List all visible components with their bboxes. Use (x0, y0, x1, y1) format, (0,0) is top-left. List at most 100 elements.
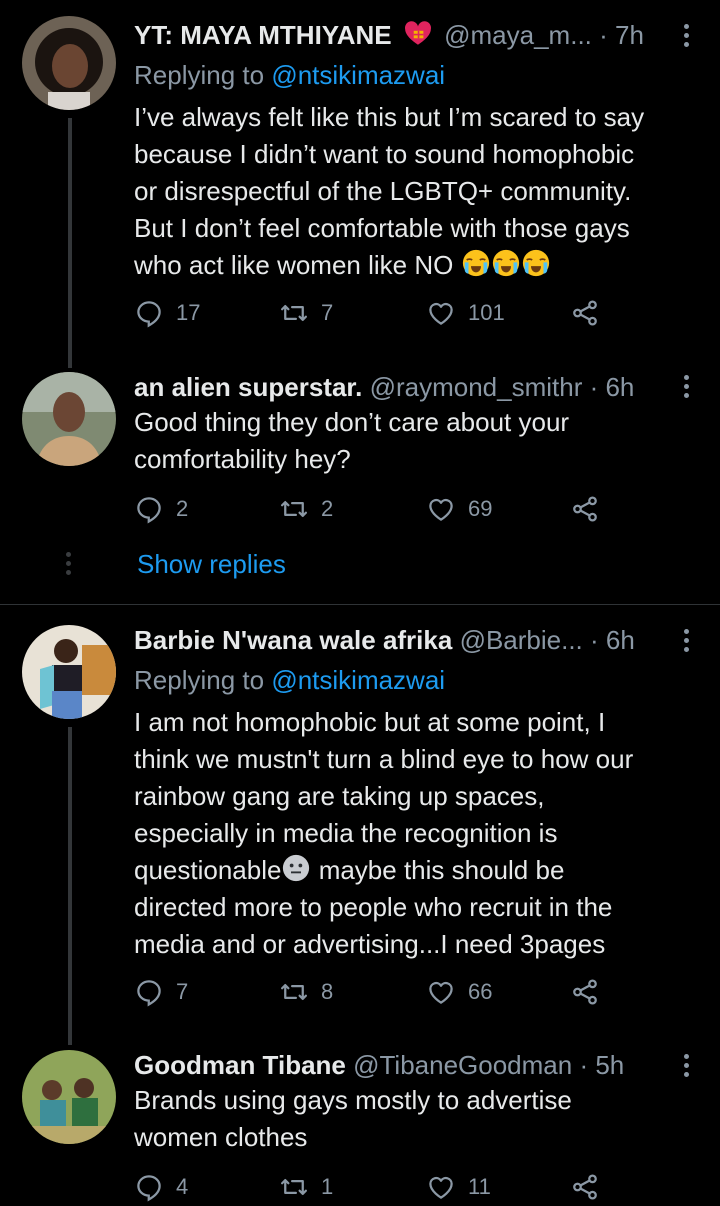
retweet-icon (279, 1172, 309, 1202)
action-bar: 7 8 66 (134, 977, 604, 1011)
reply-button[interactable]: 4 (134, 1172, 188, 1202)
display-name[interactable]: YT: MAYA MTHIYANE (134, 20, 392, 50)
tweet-maya[interactable]: YT: MAYA MTHIYANE @maya_m... · 7h Replyi… (0, 0, 720, 368)
timestamp[interactable]: · 6h (590, 372, 635, 402)
reply-button[interactable]: 2 (134, 494, 188, 524)
replying-to-prefix: Replying to (134, 665, 272, 695)
more-options-icon[interactable] (684, 629, 690, 656)
avatar[interactable] (22, 1050, 116, 1144)
action-bar: 4 1 11 (134, 1172, 604, 1206)
retweet-count: 2 (321, 496, 334, 521)
thread-line (68, 727, 72, 1045)
text-line: I’ve always felt like this but I’m scare… (134, 102, 645, 132)
more-options-icon[interactable] (684, 1054, 690, 1081)
share-button[interactable] (570, 1172, 612, 1202)
text-line: Brands using gays mostly to advertise (134, 1085, 572, 1115)
loudly-crying-face-icon (491, 248, 521, 278)
retweet-count: 8 (321, 979, 334, 1004)
like-button[interactable]: 66 (426, 977, 492, 1007)
display-name[interactable]: Barbie N'wana wale afrika (134, 625, 452, 655)
text-line: who act like women like NO (134, 250, 454, 280)
timestamp[interactable]: · 6h (590, 625, 635, 655)
tweet-text: Brands using gays mostly to advertise wo… (134, 1082, 704, 1156)
tweet-header: YT: MAYA MTHIYANE @maya_m... · 7h (134, 18, 680, 52)
avatar[interactable] (22, 16, 116, 110)
timestamp[interactable]: · 5h (579, 1050, 624, 1080)
reply-icon (134, 494, 164, 524)
reply-count: 17 (176, 300, 201, 325)
share-icon (570, 494, 600, 524)
retweet-icon (279, 298, 309, 328)
reply-button[interactable]: 7 (134, 977, 188, 1007)
share-icon (570, 977, 600, 1007)
tweet-header: an alien superstar. @raymond_smithr · 6h (134, 370, 680, 404)
retweet-button[interactable]: 1 (279, 1172, 333, 1202)
tweet-header: Goodman Tibane @TibaneGoodman · 5h (134, 1048, 680, 1082)
more-options-icon[interactable] (684, 24, 690, 51)
thread-continuation-dots (66, 552, 72, 579)
show-replies-link[interactable]: Show replies (137, 549, 286, 580)
retweet-icon (279, 977, 309, 1007)
text-line: questionable (134, 855, 282, 885)
neutral-face-icon (281, 853, 311, 883)
more-options-icon[interactable] (684, 375, 690, 402)
text-line: women clothes (134, 1122, 308, 1152)
replying-to: Replying to @ntsikimazwai (134, 663, 445, 697)
loudly-crying-face-icon (521, 248, 551, 278)
thread-line (68, 118, 72, 368)
like-icon (426, 298, 456, 328)
display-name[interactable]: Goodman Tibane (134, 1050, 346, 1080)
handle[interactable]: @raymond_smithr (370, 372, 583, 402)
like-button[interactable]: 101 (426, 298, 505, 328)
display-name[interactable]: an alien superstar. (134, 372, 362, 402)
share-button[interactable] (570, 298, 612, 328)
text-line: Good thing they don’t care about your (134, 407, 570, 437)
avatar[interactable] (22, 625, 116, 719)
tweet-alien-superstar[interactable]: an alien superstar. @raymond_smithr · 6h… (0, 355, 720, 605)
text-line: think we mustn't turn a blind eye to how… (134, 744, 634, 774)
reply-count: 2 (176, 496, 189, 521)
text-line: I am not homophobic but at some point, I (134, 707, 606, 737)
text-line-with-emoji: questionable maybe this should be (134, 852, 704, 889)
action-bar: 17 7 101 (134, 298, 604, 332)
tweet-text: I am not homophobic but at some point, I… (134, 704, 704, 963)
text-line: especially in media the recognition is (134, 818, 558, 848)
like-button[interactable]: 11 (426, 1172, 491, 1202)
avatar[interactable] (22, 372, 116, 466)
share-icon (570, 1172, 600, 1202)
timestamp[interactable]: · 7h (599, 20, 644, 50)
text-line: maybe this should be (311, 855, 565, 885)
retweet-button[interactable]: 2 (279, 494, 333, 524)
replying-to-link[interactable]: @ntsikimazwai (271, 665, 445, 695)
handle[interactable]: @maya_m... (444, 20, 592, 50)
like-count: 101 (468, 300, 505, 325)
text-line: media and or advertising...I need 3pages (134, 929, 606, 959)
retweet-button[interactable]: 8 (279, 977, 333, 1007)
replying-to: Replying to @ntsikimazwai (134, 58, 445, 92)
text-line: rainbow gang are taking up spaces, (134, 781, 545, 811)
reply-icon (134, 1172, 164, 1202)
like-icon (426, 977, 456, 1007)
like-count: 69 (468, 496, 493, 521)
text-line: directed more to people who recruit in t… (134, 892, 613, 922)
reply-count: 7 (176, 979, 189, 1004)
retweet-count: 7 (321, 300, 334, 325)
like-icon (426, 494, 456, 524)
text-line: But I don’t feel comfortable with those … (134, 213, 630, 243)
handle[interactable]: @TibaneGoodman (353, 1050, 572, 1080)
share-icon (570, 298, 600, 328)
replying-to-link[interactable]: @ntsikimazwai (271, 60, 445, 90)
tweet-goodman-tibane[interactable]: Goodman Tibane @TibaneGoodman · 5h Brand… (0, 1035, 720, 1186)
handle[interactable]: @Barbie... (460, 625, 583, 655)
tweet-barbie[interactable]: Barbie N'wana wale afrika @Barbie... · 6… (0, 605, 720, 1045)
reply-icon (134, 977, 164, 1007)
tweet-text: I’ve always felt like this but I’m scare… (134, 99, 704, 284)
share-button[interactable] (570, 494, 612, 524)
share-button[interactable] (570, 977, 612, 1007)
like-button[interactable]: 69 (426, 494, 492, 524)
reply-count: 4 (176, 1174, 189, 1199)
text-line: comfortability hey? (134, 444, 351, 474)
retweet-button[interactable]: 7 (279, 298, 333, 328)
retweet-icon (279, 494, 309, 524)
reply-button[interactable]: 17 (134, 298, 200, 328)
